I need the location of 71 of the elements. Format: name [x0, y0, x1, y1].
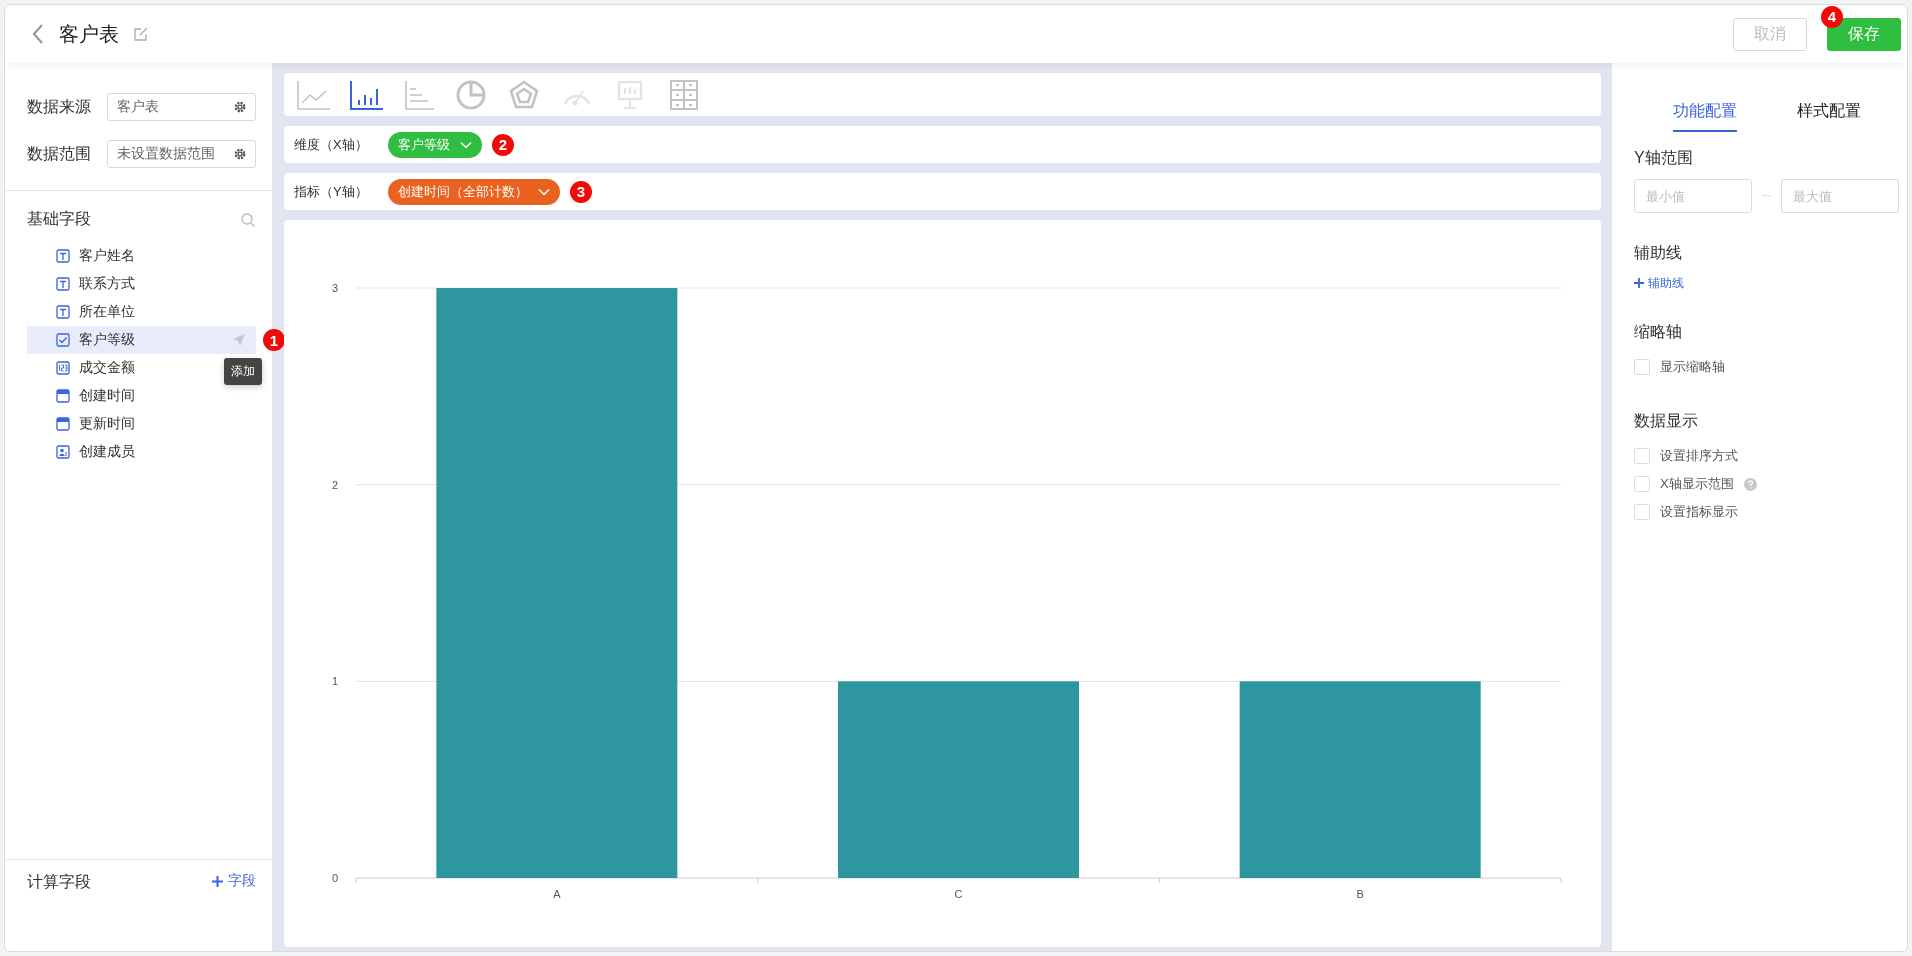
axis-tick-label: C: [954, 888, 963, 900]
number-field-icon: [56, 361, 70, 375]
add-guide-line-link[interactable]: 辅助线: [1634, 274, 1684, 292]
field-item[interactable]: 客户姓名: [27, 242, 135, 270]
field-item[interactable]: 联系方式: [27, 270, 135, 298]
input-field[interactable]: 最大值: [1781, 179, 1899, 213]
axis-label: 指标（Y轴）: [294, 182, 369, 201]
horizontal-bar-chart-icon[interactable]: [402, 78, 436, 111]
plus-icon: [1634, 278, 1644, 288]
data-source-field[interactable]: 客户表: [107, 93, 256, 121]
checkbox-label: 设置指标显示: [1660, 503, 1738, 521]
text-field-icon: [56, 277, 70, 291]
checkbox-label: 显示缩略轴: [1660, 358, 1725, 376]
send-icon[interactable]: [232, 333, 246, 347]
chevron-down-icon: [538, 187, 550, 196]
add-field-link[interactable]: 字段: [212, 872, 256, 890]
axis-tick-label: 3: [331, 282, 338, 294]
axis-tick-label: B: [1356, 888, 1364, 900]
input-field[interactable]: 最小值: [1634, 179, 1752, 213]
axis-tick-label: A: [553, 888, 561, 900]
checkbox[interactable]: [1634, 359, 1650, 375]
checkbox-field-icon: [56, 333, 70, 347]
checkbox[interactable]: [1634, 476, 1650, 492]
step-badge: 1: [263, 329, 285, 351]
tab[interactable]: 功能配置: [1672, 93, 1737, 132]
checkbox[interactable]: [1634, 504, 1650, 520]
step-badge: 4: [1821, 5, 1843, 28]
section-title: 基础字段: [27, 209, 91, 229]
axis-tick-label: 1: [331, 675, 338, 688]
search-icon[interactable]: [240, 211, 256, 228]
checkbox-label: 设置排序方式: [1660, 447, 1738, 465]
dash-icon: [1762, 195, 1771, 197]
section-title: 数据显示: [1634, 411, 1699, 431]
calendar-icon: [56, 417, 70, 431]
gear-icon[interactable]: [233, 100, 247, 114]
text-field-icon: [56, 249, 70, 263]
edit-icon[interactable]: [133, 26, 149, 42]
text-field-icon: [56, 305, 70, 319]
axis-tick-label: 0: [331, 872, 338, 884]
field-label: 数据来源: [27, 96, 92, 117]
data-range-field[interactable]: 未设置数据范围: [107, 140, 256, 168]
table-icon[interactable]: [667, 78, 701, 111]
field-item[interactable]: 创建成员: [27, 438, 135, 466]
back-icon[interactable]: [31, 23, 45, 45]
field-item[interactable]: 更新时间: [27, 410, 135, 438]
person-icon: [56, 445, 70, 459]
tab[interactable]: 样式配置: [1796, 93, 1861, 132]
field-item[interactable]: 成交金额: [27, 354, 135, 382]
field-item[interactable]: 创建时间: [27, 382, 135, 410]
help-icon[interactable]: [1743, 477, 1757, 491]
tooltip: 添加: [224, 358, 262, 385]
section-title: 辅助线: [1634, 243, 1683, 263]
gear-icon[interactable]: [233, 147, 247, 161]
chevron-down-icon: [460, 140, 472, 149]
checkbox[interactable]: [1634, 448, 1650, 464]
step-badge: 3: [570, 180, 592, 203]
section-title: 缩略轴: [1634, 322, 1683, 342]
section-title: 计算字段: [27, 872, 91, 892]
axis-tick-label: 2: [331, 478, 338, 491]
step-badge: 2: [492, 133, 514, 156]
bar-chart-icon[interactable]: [349, 78, 383, 111]
field-label: 数据范围: [27, 143, 92, 164]
plus-icon: [212, 875, 223, 887]
radar-chart-icon[interactable]: [508, 78, 542, 111]
page-title: 客户表: [59, 21, 119, 47]
axis-label: 维度（X轴）: [294, 135, 369, 154]
field-item[interactable]: 所在单位: [27, 298, 135, 326]
checkbox-label: X轴显示范围: [1660, 475, 1734, 493]
calendar-icon: [56, 389, 70, 403]
section-title: Y轴范围: [1634, 148, 1694, 168]
line-chart-icon[interactable]: [296, 78, 330, 111]
